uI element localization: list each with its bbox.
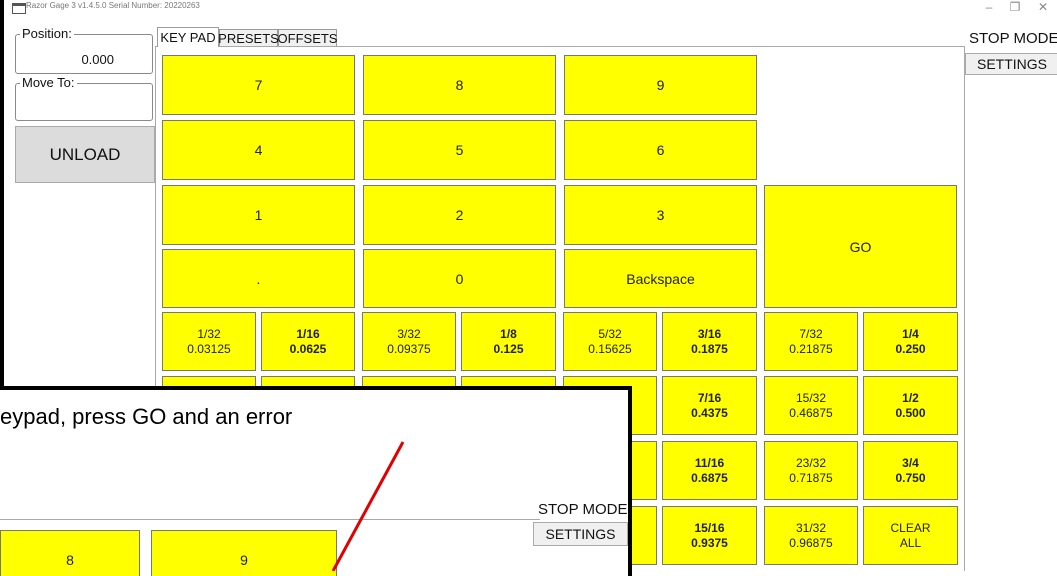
tab-key-pad[interactable]: KEY PAD [157, 27, 219, 47]
red-arrow-icon [331, 441, 405, 571]
